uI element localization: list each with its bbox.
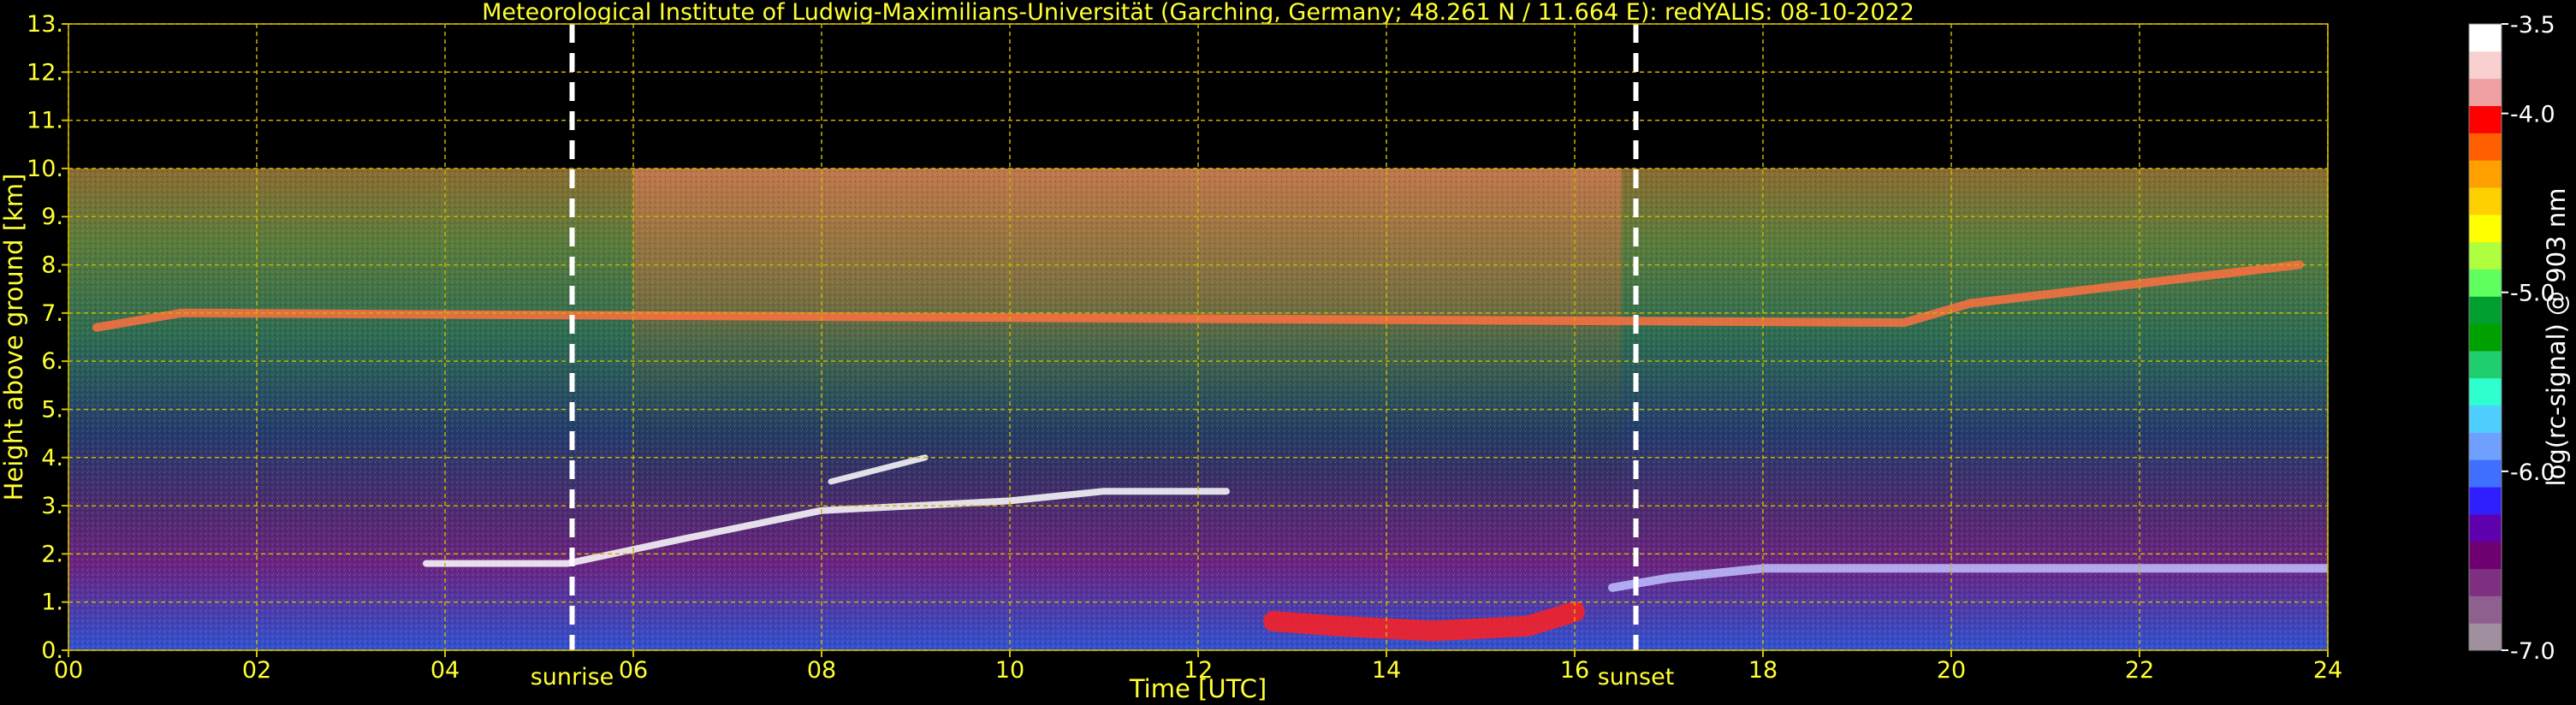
colorbar-segment bbox=[2469, 323, 2502, 352]
y-tick-label: 6. bbox=[41, 348, 63, 375]
colorbar-segment bbox=[2469, 241, 2502, 270]
x-tick-label: 20 bbox=[1937, 657, 1966, 684]
colorbar-segment bbox=[2469, 487, 2502, 515]
y-axis-label: Height above ground [km] bbox=[0, 174, 28, 501]
x-tick-label: 14 bbox=[1372, 657, 1401, 684]
x-tick-label: 16 bbox=[1560, 657, 1589, 684]
x-tick-label: 06 bbox=[619, 657, 648, 684]
y-tick-label: 3. bbox=[41, 493, 63, 519]
y-tick-label: 2. bbox=[41, 541, 63, 567]
y-tick-label: 10. bbox=[27, 156, 63, 182]
y-tick-label: 11. bbox=[27, 108, 63, 134]
colorbar-segment bbox=[2469, 269, 2502, 297]
y-tick-label: 13. bbox=[27, 11, 63, 38]
colorbar-tick-label: -4.0 bbox=[2510, 102, 2555, 128]
x-tick-label: 04 bbox=[430, 657, 460, 684]
colorbar-segment bbox=[2469, 24, 2502, 52]
colorbar-segment bbox=[2469, 160, 2502, 188]
x-tick-label: 02 bbox=[242, 657, 271, 684]
colorbar-segment bbox=[2469, 459, 2502, 488]
colorbar-segment bbox=[2469, 105, 2502, 133]
colorbar-segment bbox=[2469, 133, 2502, 161]
colorbar-segment bbox=[2469, 214, 2502, 243]
colorbar-segment bbox=[2469, 595, 2502, 624]
colorbar-segment bbox=[2469, 296, 2502, 324]
x-tick-label: 18 bbox=[1748, 657, 1778, 684]
colorbar-segment bbox=[2469, 513, 2502, 542]
chart-title: Meteorological Institute of Ludwig-Maxim… bbox=[482, 0, 1914, 26]
x-tick-label: 22 bbox=[2125, 657, 2154, 684]
sunset-label: sunset bbox=[1598, 664, 1675, 690]
y-tick-label: 9. bbox=[41, 204, 63, 230]
colorbar-segment bbox=[2469, 377, 2502, 406]
colorbar-segment bbox=[2469, 405, 2502, 433]
colorbar-segment bbox=[2469, 50, 2502, 80]
y-tick-label: 0. bbox=[41, 637, 63, 664]
colorbar-segment bbox=[2469, 350, 2502, 379]
colorbar-segment bbox=[2469, 568, 2502, 596]
y-tick-label: 12. bbox=[27, 59, 63, 86]
colorbar-segment bbox=[2469, 623, 2502, 651]
colorbar-tick-label: -3.5 bbox=[2510, 12, 2555, 39]
colorbar-tick-label: -7.0 bbox=[2510, 638, 2555, 665]
colorbar-segment bbox=[2469, 541, 2502, 570]
colorbar-label: log(rc-signal) @ 903 nm bbox=[2542, 188, 2571, 487]
y-tick-label: 8. bbox=[41, 252, 63, 279]
sunrise-label: sunrise bbox=[531, 664, 614, 690]
x-tick-label: 10 bbox=[995, 657, 1024, 684]
y-tick-label: 5. bbox=[41, 396, 63, 423]
colorbar-segment bbox=[2469, 432, 2502, 460]
lidar-chart: Meteorological Institute of Ludwig-Maxim… bbox=[0, 0, 2571, 703]
x-tick-label: 08 bbox=[807, 657, 836, 684]
y-tick-label: 4. bbox=[41, 445, 63, 471]
colorbar-segment bbox=[2469, 78, 2502, 106]
colorbar-segment bbox=[2469, 187, 2502, 216]
y-tick-label: 7. bbox=[41, 300, 63, 327]
x-tick-label: 24 bbox=[2313, 657, 2342, 684]
y-tick-label: 1. bbox=[41, 589, 63, 616]
x-axis-label: Time [UTC] bbox=[1129, 674, 1267, 703]
